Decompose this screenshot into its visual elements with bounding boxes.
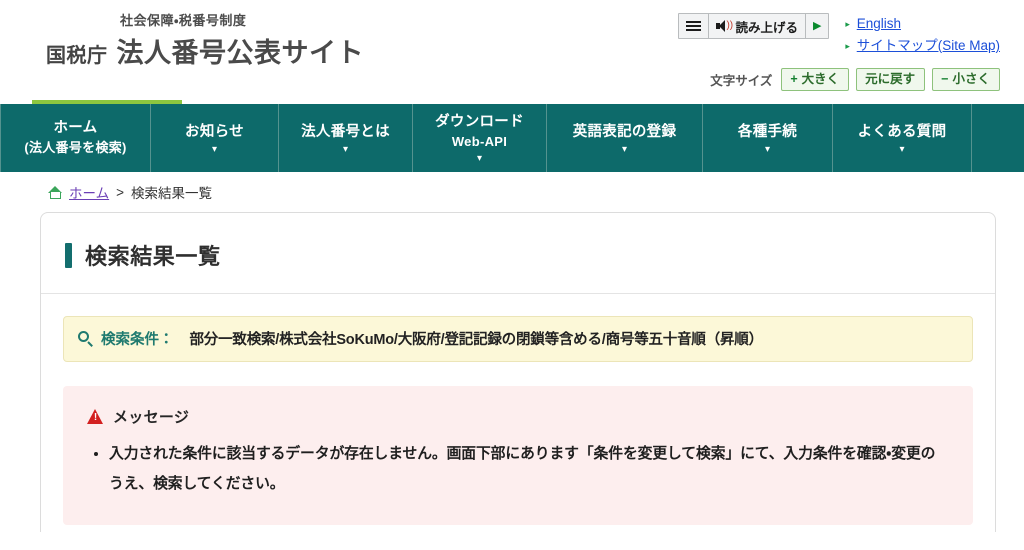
nav-item-download-label: ダウンロード [435,114,524,130]
chevron-down-icon: ▾ [211,143,218,155]
play-icon[interactable]: ▶ [806,14,828,38]
message-panel: ! メッセージ 入力された条件に該当するデータが存在しません。画面下部にあります… [63,386,973,525]
main-navigation: ホーム (法人番号を検索) お知らせ ▾ 法人番号とは ▾ ダウンロード Web… [0,104,1024,172]
message-list: 入力された条件に該当するデータが存在しません。画面下部にあります「条件を変更して… [87,439,949,499]
bullet-arrow-icon: ▸ [845,19,850,29]
brand-subtitle: 社会保障・税番号制度 [120,13,247,28]
font-size-reset-label: 元に戻す [865,72,916,86]
title-accent-bar [65,242,72,268]
nav-item-procedures[interactable]: 各種手続 ▾ [702,104,832,172]
home-icon [48,185,63,199]
breadcrumb-separator: > [116,184,124,200]
chevron-down-icon: ▾ [342,143,349,155]
font-size-controls: 文字サイズ + 大きく 元に戻す − 小さく [710,68,1000,91]
minus-icon: − [941,72,949,86]
read-aloud-label: 読み上げる [735,20,798,35]
nav-item-procedures-label: 各種手続 [737,123,798,140]
search-condition-value: 部分一致検索/株式会社SoKuMo/大阪府/登記記録の閉鎖等含める/商号等五十音… [189,332,764,348]
brand-agency-name: 国税庁 [46,45,108,67]
page-title: 検索結果一覧 [85,244,221,269]
header-links: ▸ English ▸ サイトマップ(Site Map) [845,13,1000,57]
message-header: ! メッセージ [87,406,949,427]
font-size-larger-label: 大きく [801,72,840,86]
chevron-down-icon: ▾ [899,143,905,155]
page-title-section: 検索結果一覧 [41,213,995,294]
nav-item-faq-label: よくある質問 [857,123,947,140]
nav-item-about-label: 法人番号とは [301,123,390,140]
read-aloud-widget[interactable]: )) 読み上げる ▶ [678,13,830,39]
chevron-down-icon: ▾ [476,153,483,164]
nav-item-about-corporate-number[interactable]: 法人番号とは ▾ [278,104,412,172]
font-size-reset-button[interactable]: 元に戻す [856,68,926,91]
nav-item-home-sublabel: (法人番号を検索) [24,140,127,155]
results-card-body: 検索条件： 部分一致検索/株式会社SoKuMo/大阪府/登記記録の閉鎖等含める/… [41,294,995,525]
warning-icon: ! [87,409,104,424]
header-utilities: )) 読み上げる ▶ ▸ English ▸ サイトマップ(Site Map) [678,13,1000,57]
bullet-arrow-icon: ▸ [845,41,850,51]
search-condition-bar: 検索条件： 部分一致検索/株式会社SoKuMo/大阪府/登記記録の閉鎖等含める/… [63,316,973,362]
nav-item-notice-label: お知らせ [185,123,244,140]
font-size-label: 文字サイズ [710,74,773,88]
breadcrumb-current: 検索結果一覧 [131,186,212,201]
sitemap-link[interactable]: サイトマップ(Site Map) [857,38,1000,53]
list-item: 入力された条件に該当するデータが存在しません。画面下部にあります「条件を変更して… [109,439,949,499]
english-link[interactable]: English [857,16,901,31]
message-title: メッセージ [113,409,190,426]
nav-item-home-label: ホーム [53,120,98,136]
site-header: 社会保障・税番号制度 国税庁 法人番号公表サイト )) 読み上げる ▶ ▸ En… [0,0,1024,100]
nav-item-notice[interactable]: お知らせ ▾ [150,104,278,172]
chevron-down-icon: ▾ [621,143,628,155]
search-condition-label: 検索条件： [101,332,174,348]
nav-item-english-registration[interactable]: 英語表記の登録 ▾ [546,104,702,172]
site-brand[interactable]: 社会保障・税番号制度 国税庁 法人番号公表サイト [46,12,364,70]
nav-item-faq[interactable]: よくある質問 ▾ [832,104,972,172]
english-link-row: ▸ English [845,13,1000,35]
brand-site-name: 法人番号公表サイト [116,38,364,68]
nav-item-download-webapi[interactable]: ダウンロード Web-API ▾ [412,104,546,172]
font-size-smaller-label: 小さく [952,72,990,86]
plus-icon: + [790,72,798,86]
results-card: 検索結果一覧 検索条件： 部分一致検索/株式会社SoKuMo/大阪府/登記記録の… [40,212,996,532]
font-size-smaller-button[interactable]: − 小さく [932,68,1000,91]
chevron-down-icon: ▾ [764,143,771,155]
nav-item-english-label: 英語表記の登録 [572,123,677,140]
nav-item-home[interactable]: ホーム (法人番号を検索) [0,104,150,172]
sitemap-link-row: ▸ サイトマップ(Site Map) [845,35,1000,57]
speaker-icon: )) [716,20,733,32]
breadcrumb: ホーム > 検索結果一覧 [0,172,1024,212]
breadcrumb-home-link[interactable]: ホーム [69,182,109,202]
font-size-larger-button[interactable]: + 大きく [781,68,850,91]
hamburger-icon[interactable] [679,14,710,38]
read-aloud-button[interactable]: )) 読み上げる [709,14,806,38]
search-icon [78,331,93,347]
nav-item-download-sublabel: Web-API [451,134,508,149]
